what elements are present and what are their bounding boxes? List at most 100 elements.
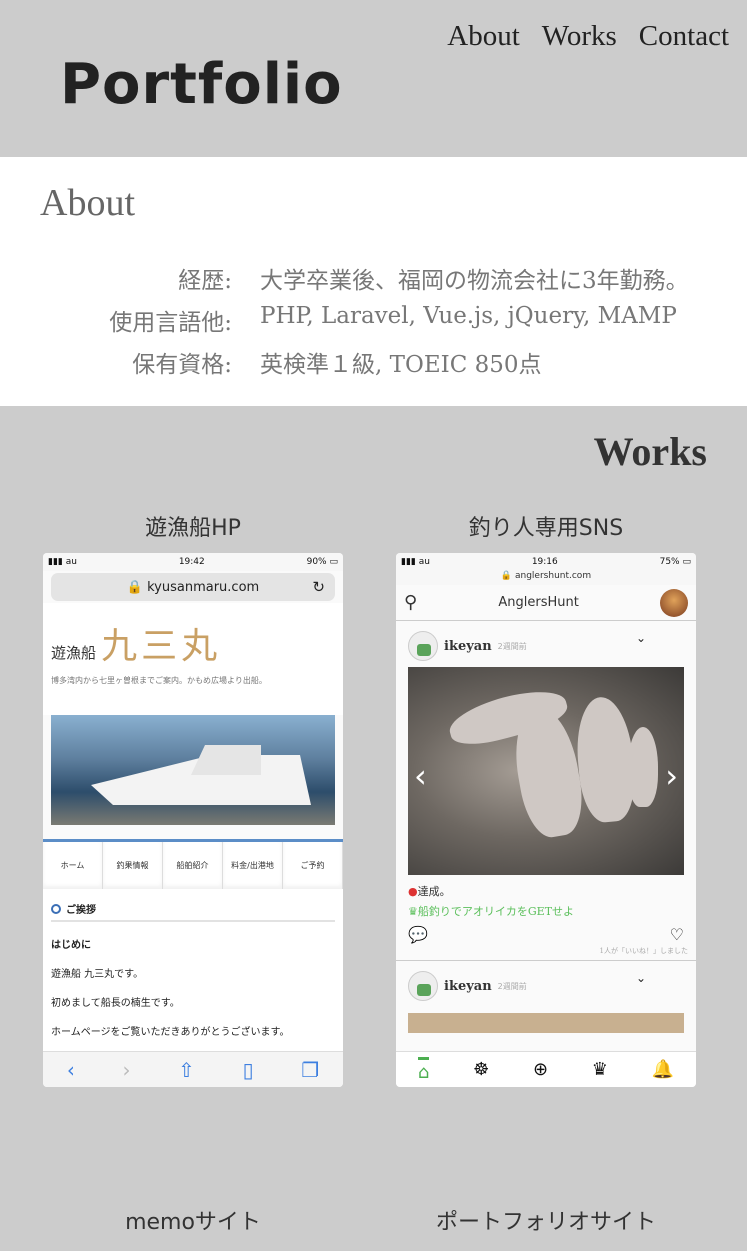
work-label-portfolio: ポートフォリオサイト [435, 1210, 656, 1235]
heart-icon[interactable]: ♡ [670, 925, 684, 944]
battery-level: 75% [659, 557, 680, 567]
ship-name: 九三丸 [101, 626, 222, 667]
signal-icon: ▮▮▮ [48, 557, 63, 567]
boat-photo [51, 715, 335, 825]
post-title: ♛船釣りでアオリイカをGETせよ [396, 899, 696, 919]
post-time: 2週間前 [497, 641, 527, 651]
about-key: 保有資格: [132, 352, 232, 378]
post-header: ikeyan 2週間前 ⌄ [396, 621, 696, 667]
works-title: Works [593, 429, 707, 474]
about-key: 使用言語他: [109, 310, 232, 336]
battery-icon: ▭ [329, 557, 338, 567]
site-header: Portfolio About Works Contact [0, 0, 747, 157]
site-body: ご挨拶 はじめに 遊漁船 九三丸です。 初めまして船長の楠生です。 ホームページ… [43, 889, 343, 1059]
crown-icon: ♛ [408, 905, 418, 918]
lock-icon: 🔒 [126, 579, 148, 595]
post-text-line: 達成。 [417, 885, 451, 898]
user-avatar[interactable] [408, 631, 438, 661]
forward-icon[interactable]: › [122, 1058, 130, 1082]
work-label-fishing-boat: 遊漁船HP [145, 516, 241, 541]
site-nav-boat[interactable]: 船舶紹介 [163, 842, 223, 889]
url-text: anglershunt.com [515, 571, 592, 581]
app-title: AnglersHunt [498, 595, 579, 610]
chevron-down-icon[interactable]: ⌄ [636, 971, 646, 985]
about-key: 経歴: [178, 268, 232, 294]
address-bar[interactable]: 🔒 kyusanmaru.com ↻ [51, 573, 335, 601]
boat-cabin [191, 745, 261, 775]
chevron-left-icon[interactable]: ‹ [414, 757, 427, 795]
paragraph: 遊漁船 九三丸です。 [51, 969, 144, 980]
add-icon[interactable]: ⊕ [533, 1059, 548, 1080]
site-nav: ホーム 釣果情報 船舶紹介 料金/出港地 ご予約 [43, 839, 343, 889]
back-icon[interactable]: ‹ [67, 1058, 75, 1082]
home-icon[interactable]: ⌂ [417, 1056, 430, 1083]
post-time: 2週間前 [497, 981, 527, 991]
section-heading: ご挨拶 [51, 901, 335, 922]
post-actions: 💬 ♡ [396, 919, 696, 944]
status-bar: ▮▮▮ au 19:42 90% ▭ [43, 553, 343, 571]
post-username[interactable]: ikeyan [444, 639, 492, 654]
post-title-text: 船釣りでアオリイカをGETせよ [417, 905, 575, 918]
carrier: au [65, 557, 77, 567]
site-nav-catch[interactable]: 釣果情報 [103, 842, 163, 889]
safari-toolbar: ‹ › ⇧ ▯ ❐ [43, 1051, 343, 1087]
carrier: au [418, 557, 430, 567]
post-text: ●達成。 [396, 875, 696, 899]
search-icon[interactable]: ⚲ [404, 592, 417, 613]
user-avatar[interactable] [408, 971, 438, 1001]
avatar[interactable] [660, 588, 688, 617]
about-value: 大学卒業後、福岡の物流会社に3年勤務。 [260, 268, 689, 294]
paragraph: 初めまして船長の楠生です。 [51, 998, 180, 1009]
signal-icon: ▮▮▮ [401, 557, 416, 567]
post-username[interactable]: ikeyan [444, 979, 492, 994]
app-tab-bar: ⌂ ☸ ⊕ ♛ 🔔 [396, 1051, 696, 1087]
site-hero: 遊漁船 九三丸 博多湾内から七里ヶ曽根までご案内。かもめ広場より出船。 [43, 603, 343, 715]
url-text: kyusanmaru.com [147, 579, 260, 595]
wheel-icon[interactable]: ☸ [473, 1059, 489, 1080]
site-nav-reserve[interactable]: ご予約 [283, 842, 343, 889]
comment-icon[interactable]: 💬 [408, 925, 428, 944]
chevron-down-icon[interactable]: ⌄ [636, 631, 646, 645]
about-value: PHP, Laravel, Vue.js, jQuery, MAMP [260, 303, 677, 329]
work-label-memo: memoサイト [125, 1210, 261, 1235]
main-nav: About Works Contact [447, 20, 729, 53]
work-screenshot-fishing-boat[interactable]: ▮▮▮ au 19:42 90% ▭ 🔒 kyusanmaru.com ↻ 遊漁… [43, 553, 343, 1087]
battery-level: 90% [306, 557, 327, 567]
bookmarks-icon[interactable]: ▯ [243, 1058, 254, 1082]
share-icon[interactable]: ⇧ [178, 1058, 195, 1082]
tabs-icon[interactable]: ❐ [301, 1058, 319, 1082]
address-bar[interactable]: 🔒 anglershunt.com [396, 571, 696, 585]
celebration-icon: ● [408, 885, 418, 898]
chevron-right-icon[interactable]: › [665, 757, 678, 795]
nav-contact[interactable]: Contact [639, 20, 729, 53]
post-photo [408, 1013, 684, 1033]
site-nav-fees[interactable]: 料金/出港地 [223, 842, 283, 889]
bell-icon[interactable]: 🔔 [652, 1059, 674, 1080]
post-photo: ‹ › [408, 667, 684, 875]
post-header: ikeyan 2週間前 ⌄ [396, 961, 696, 1007]
site-logo[interactable]: Portfolio [60, 52, 343, 117]
work-screenshot-angler-sns[interactable]: ▮▮▮ au 19:16 75% ▭ 🔒 anglershunt.com ⚲ A… [396, 553, 696, 1087]
app-header: ⚲ AnglersHunt [396, 585, 696, 621]
circle-icon [51, 903, 61, 914]
reload-icon[interactable]: ↻ [312, 578, 325, 596]
nav-about[interactable]: About [447, 20, 520, 53]
status-time: 19:42 [178, 557, 205, 567]
paragraph: はじめに [51, 940, 91, 951]
about-title: About [40, 182, 135, 224]
crown-icon[interactable]: ♛ [592, 1059, 608, 1080]
likes-count: 1人が「いいね！」しました [396, 944, 696, 961]
nav-works[interactable]: Works [542, 20, 617, 53]
squid-shape [628, 727, 658, 807]
battery-icon: ▭ [682, 557, 691, 567]
section-title: ご挨拶 [66, 905, 96, 916]
lock-icon: 🔒 [500, 571, 513, 581]
status-time: 19:16 [531, 557, 558, 567]
site-nav-home[interactable]: ホーム [43, 842, 103, 889]
about-value: 英検準１級, TOEIC 850点 [260, 352, 542, 378]
about-section: About 経歴: 大学卒業後、福岡の物流会社に3年勤務。 使用言語他: PHP… [0, 157, 747, 406]
paragraph: ホームページをご覧いただきありがとうございます。 [51, 1027, 290, 1038]
work-label-angler-sns: 釣り人専用SNS [468, 516, 624, 541]
status-bar: ▮▮▮ au 19:16 75% ▭ [396, 553, 696, 571]
ship-prefix: 遊漁船 [51, 644, 97, 662]
